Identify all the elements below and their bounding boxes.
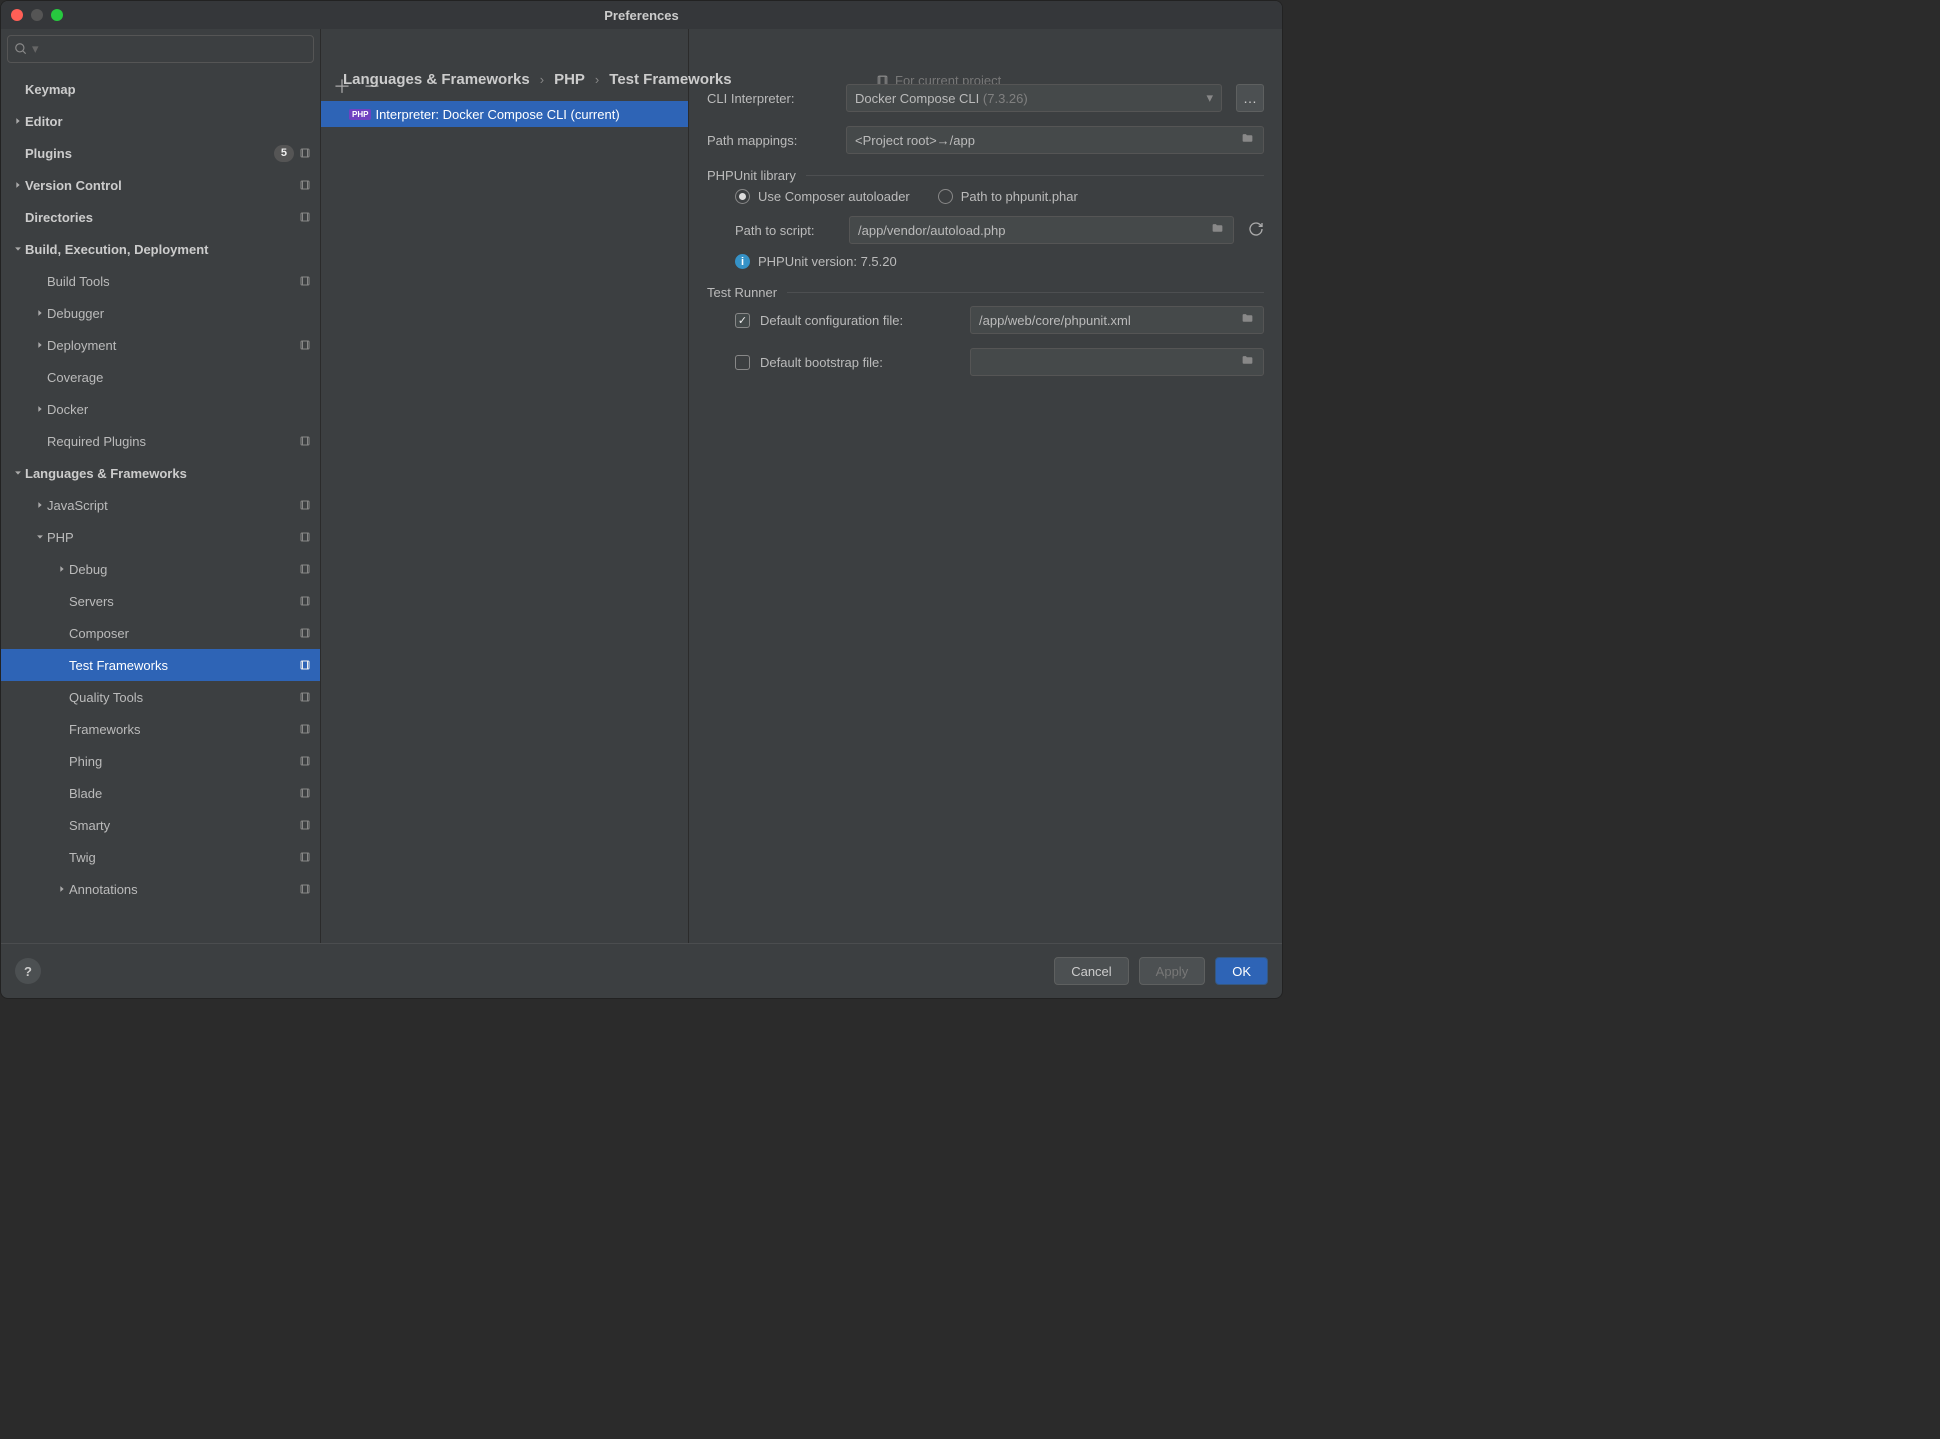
tree-item-docker[interactable]: Docker [1,393,320,425]
ok-button[interactable]: OK [1215,957,1268,985]
bootstrap-checkbox[interactable] [735,355,750,370]
path-script-input[interactable]: /app/vendor/autoload.php [849,216,1234,244]
tree-item-phing[interactable]: Phing [1,745,320,777]
project-icon [298,146,312,160]
browse-button[interactable]: … [1236,84,1264,112]
tree-item-plugins[interactable]: Plugins5 [1,137,320,169]
chevron-right-icon[interactable] [33,498,47,512]
phpunit-section: PHPUnit library [707,168,1264,183]
project-icon [298,658,312,672]
chevron-right-icon: › [595,72,599,87]
chevron-right-icon: › [540,72,544,87]
tree-item-test-frameworks[interactable]: Test Frameworks [1,649,320,681]
tree-item-coverage[interactable]: Coverage [1,361,320,393]
tree-item-php[interactable]: PHP [1,521,320,553]
phpunit-version: PHPUnit version: 7.5.20 [758,254,897,269]
chevron-down-icon[interactable] [11,466,25,480]
bootstrap-label: Default bootstrap file: [760,355,960,370]
path-script-label: Path to script: [735,223,835,238]
project-icon [298,434,312,448]
help-button[interactable]: ? [15,958,41,984]
search-input[interactable]: ▾ [7,35,314,63]
conf-label: Default configuration file: [760,313,960,328]
php-icon: PHP [349,109,371,120]
chevron-right-icon[interactable] [11,114,25,128]
breadcrumb[interactable]: Languages & Frameworks [343,71,530,88]
tree-item-frameworks[interactable]: Frameworks [1,713,320,745]
window-title: Preferences [1,8,1282,23]
project-icon [298,786,312,800]
chevron-down-icon: ▾ [1206,90,1213,106]
conf-file-input[interactable]: /app/web/core/phpunit.xml [970,306,1264,334]
tree-item-build-tools[interactable]: Build Tools [1,265,320,297]
chevron-right-icon[interactable] [55,882,69,896]
folder-icon[interactable] [1240,312,1255,328]
project-icon [298,594,312,608]
path-mappings-input[interactable]: <Project root>→/app [846,126,1264,154]
tree-item-javascript[interactable]: JavaScript [1,489,320,521]
list-item-label: Interpreter: Docker Compose CLI (current… [375,107,619,122]
chevron-right-icon[interactable] [55,562,69,576]
tree-item-servers[interactable]: Servers [1,585,320,617]
project-icon [298,850,312,864]
project-icon [298,754,312,768]
folder-icon[interactable] [1240,354,1255,370]
tree-item-quality-tools[interactable]: Quality Tools [1,681,320,713]
tree-item-twig[interactable]: Twig [1,841,320,873]
tree-item-composer[interactable]: Composer [1,617,320,649]
tree-item-annotations[interactable]: Annotations [1,873,320,905]
bootstrap-file-input[interactable] [970,348,1264,376]
conf-checkbox[interactable] [735,313,750,328]
project-icon [298,498,312,512]
project-icon [298,178,312,192]
runner-section: Test Runner [707,285,1264,300]
tree-item-blade[interactable]: Blade [1,777,320,809]
radio-phar[interactable]: Path to phpunit.phar [938,189,1078,204]
cli-label: CLI Interpreter: [707,91,832,106]
project-icon [298,722,312,736]
project-icon [298,626,312,640]
breadcrumb: Test Frameworks [609,71,731,88]
tree-item-required-plugins[interactable]: Required Plugins [1,425,320,457]
project-icon [298,562,312,576]
folder-icon[interactable] [1210,222,1225,238]
apply-button[interactable]: Apply [1139,957,1206,985]
project-icon [298,818,312,832]
tree-item-directories[interactable]: Directories [1,201,320,233]
chevron-down-icon[interactable] [33,530,47,544]
tree-item-smarty[interactable]: Smarty [1,809,320,841]
tree-item-build-execution-deployment[interactable]: Build, Execution, Deployment [1,233,320,265]
info-icon: i [735,254,750,269]
project-icon [298,530,312,544]
tree-item-deployment[interactable]: Deployment [1,329,320,361]
chevron-right-icon[interactable] [33,402,47,416]
chevron-right-icon[interactable] [11,178,25,192]
tree-item-editor[interactable]: Editor [1,105,320,137]
project-icon [298,338,312,352]
project-icon [298,274,312,288]
project-icon [298,210,312,224]
cli-interpreter-select[interactable]: Docker Compose CLI (7.3.26) ▾ [846,84,1222,112]
list-item[interactable]: PHP Interpreter: Docker Compose CLI (cur… [321,101,688,127]
chevron-down-icon[interactable] [11,242,25,256]
chevron-right-icon[interactable] [33,306,47,320]
cancel-button[interactable]: Cancel [1054,957,1128,985]
project-icon [298,882,312,896]
folder-icon[interactable] [1240,132,1255,148]
badge: 5 [274,145,294,162]
tree-item-debugger[interactable]: Debugger [1,297,320,329]
tree-item-languages-frameworks[interactable]: Languages & Frameworks [1,457,320,489]
mappings-label: Path mappings: [707,133,832,148]
tree-item-debug[interactable]: Debug [1,553,320,585]
project-icon [298,690,312,704]
refresh-icon[interactable] [1248,221,1264,240]
tree-item-keymap[interactable]: Keymap [1,73,320,105]
chevron-right-icon[interactable] [33,338,47,352]
breadcrumb[interactable]: PHP [554,71,585,88]
radio-autoloader[interactable]: Use Composer autoloader [735,189,910,204]
tree-item-version-control[interactable]: Version Control [1,169,320,201]
